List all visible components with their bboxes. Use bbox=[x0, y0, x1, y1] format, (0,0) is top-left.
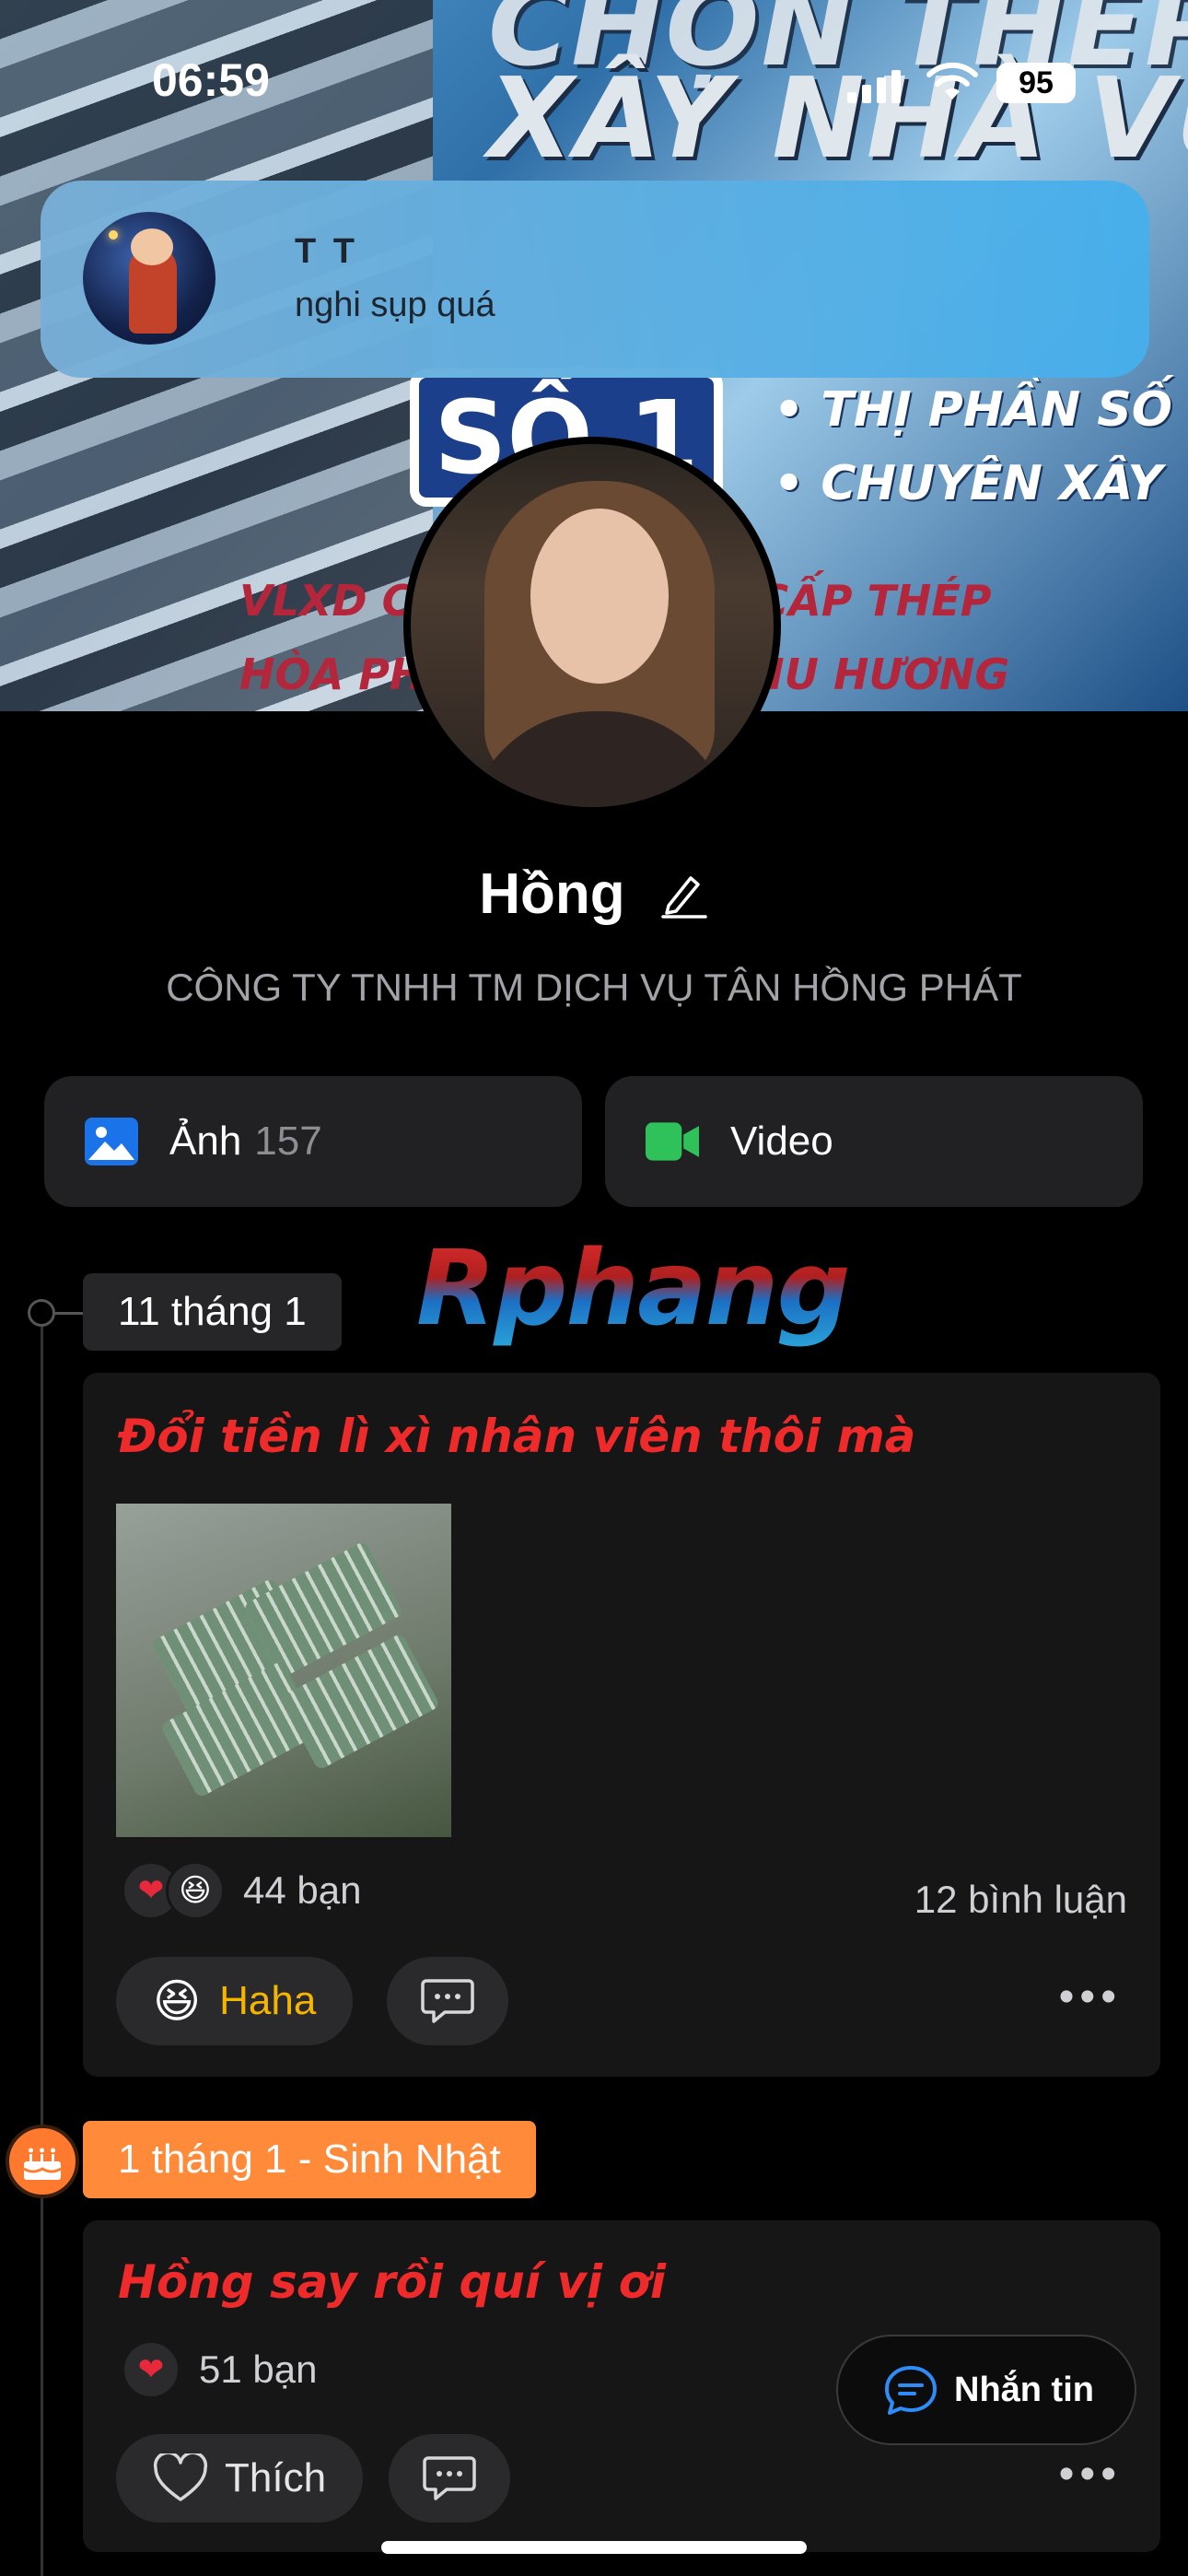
timeline-date-2: 1 tháng 1 - Sinh Nhật bbox=[83, 2121, 536, 2198]
cellular-signal-icon bbox=[847, 66, 901, 103]
ellipsis-icon[interactable]: ••• bbox=[1059, 2449, 1122, 2500]
comment-button[interactable] bbox=[389, 2434, 510, 2523]
video-camera-icon bbox=[646, 1122, 699, 1161]
message-bubble-icon bbox=[885, 2366, 937, 2415]
cover-bullet-1: • THỊ PHẦN SỐ bbox=[774, 382, 1172, 438]
timeline-connector bbox=[55, 1312, 85, 1315]
comment-button[interactable] bbox=[387, 1957, 508, 2045]
videos-label: Video bbox=[730, 1118, 833, 1164]
comment-count[interactable]: 12 bình luận bbox=[914, 1878, 1127, 1922]
wifi-icon bbox=[926, 62, 978, 100]
photos-label: Ảnh bbox=[169, 1118, 242, 1164]
notification-message: nghi sụp quá bbox=[295, 286, 495, 324]
feed-post[interactable]: Đổi tiền lì xì nhân viên thôi mà ❤ 😆 44 … bbox=[83, 1373, 1160, 2077]
status-bar: 06:59 95 bbox=[0, 46, 1188, 120]
notification-avatar bbox=[83, 212, 215, 345]
post-image[interactable] bbox=[116, 1504, 451, 1837]
profile-name-row: Hồng bbox=[0, 861, 1188, 927]
photos-button[interactable]: Ảnh 157 bbox=[44, 1076, 582, 1207]
post-title: Hồng say rồi quí vị ơi bbox=[118, 2255, 667, 2309]
like-button[interactable]: Thích bbox=[116, 2434, 364, 2523]
laughing-emoji-icon: 😆 bbox=[153, 1975, 202, 2027]
message-label: Nhắn tin bbox=[954, 2370, 1094, 2409]
reaction-label: Haha bbox=[219, 1978, 317, 2023]
notification-sender: T T bbox=[295, 232, 358, 271]
timeline-line bbox=[41, 1308, 43, 2576]
timeline-date-1: 11 tháng 1 bbox=[83, 1273, 342, 1351]
cover-bullet-2: • CHUYÊN XÂY bbox=[774, 456, 1163, 511]
notification-banner[interactable]: T T nghi sụp quá bbox=[41, 181, 1149, 378]
profile-avatar[interactable] bbox=[403, 437, 781, 814]
reactions-summary[interactable]: ❤ 😆 44 bạn bbox=[122, 1861, 361, 1920]
status-time: 06:59 bbox=[152, 54, 270, 106]
battery-icon: 95 bbox=[996, 63, 1076, 103]
ellipsis-icon[interactable]: ••• bbox=[1059, 1972, 1122, 2022]
pencil-icon[interactable] bbox=[659, 869, 709, 919]
home-indicator[interactable] bbox=[381, 2541, 807, 2554]
chat-bubble-icon bbox=[423, 2456, 476, 2500]
heart-icon: ❤ bbox=[122, 2340, 181, 2399]
photos-count: 157 bbox=[254, 1118, 322, 1164]
reaction-count: 51 bạn bbox=[199, 2348, 318, 2391]
post-title: Đổi tiền lì xì nhân viên thôi mà bbox=[118, 1410, 916, 1463]
videos-button[interactable]: Video bbox=[605, 1076, 1143, 1207]
cake-icon bbox=[6, 2125, 79, 2198]
image-icon bbox=[85, 1118, 138, 1165]
profile-name: Hồng bbox=[479, 862, 625, 926]
timeline-dot bbox=[28, 1299, 55, 1327]
chat-bubble-icon bbox=[421, 1979, 474, 2023]
watermark: Rphang bbox=[416, 1229, 851, 1349]
message-button[interactable]: Nhắn tin bbox=[836, 2335, 1136, 2445]
profile-company: CÔNG TY TNHH TM DỊCH VỤ TÂN HỒNG PHÁT bbox=[166, 966, 1022, 1009]
like-label: Thích bbox=[225, 2455, 327, 2500]
reaction-count: 44 bạn bbox=[243, 1868, 362, 1912]
heart-outline-icon bbox=[153, 2453, 208, 2501]
haha-reaction-button[interactable]: 😆 Haha bbox=[116, 1957, 354, 2045]
laughing-emoji-icon: 😆 bbox=[166, 1861, 225, 1920]
cover-bullets: • THỊ PHẦN SỐ • CHUYÊN XÂY bbox=[774, 373, 1172, 521]
reactions-summary[interactable]: ❤ 51 bạn bbox=[122, 2340, 317, 2399]
